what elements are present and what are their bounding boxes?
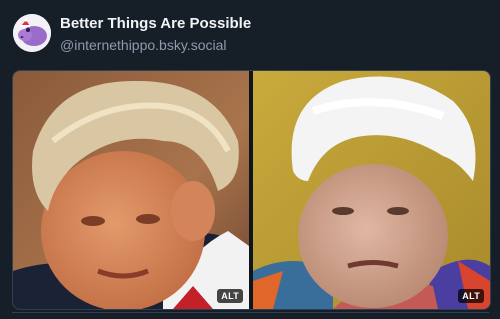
author-info[interactable]: Better Things Are Possible @internethipp…	[60, 14, 251, 55]
purple-hippo-icon	[13, 14, 51, 52]
post-card[interactable]: Better Things Are Possible @internethipp…	[0, 0, 500, 318]
avatar[interactable]	[13, 14, 51, 52]
image-gallery: ALT ALT	[12, 70, 491, 310]
author-handle[interactable]: @internethippo.bsky.social	[60, 35, 251, 55]
man-with-blond-hair-photo	[13, 71, 249, 309]
puppet-with-white-hair-photo	[253, 71, 490, 309]
post-image-1[interactable]: ALT	[13, 71, 249, 309]
post-image-2[interactable]: ALT	[253, 71, 490, 309]
author-display-name[interactable]: Better Things Are Possible	[60, 14, 251, 34]
alt-text-badge[interactable]: ALT	[458, 289, 484, 303]
alt-text-badge[interactable]: ALT	[217, 289, 243, 303]
